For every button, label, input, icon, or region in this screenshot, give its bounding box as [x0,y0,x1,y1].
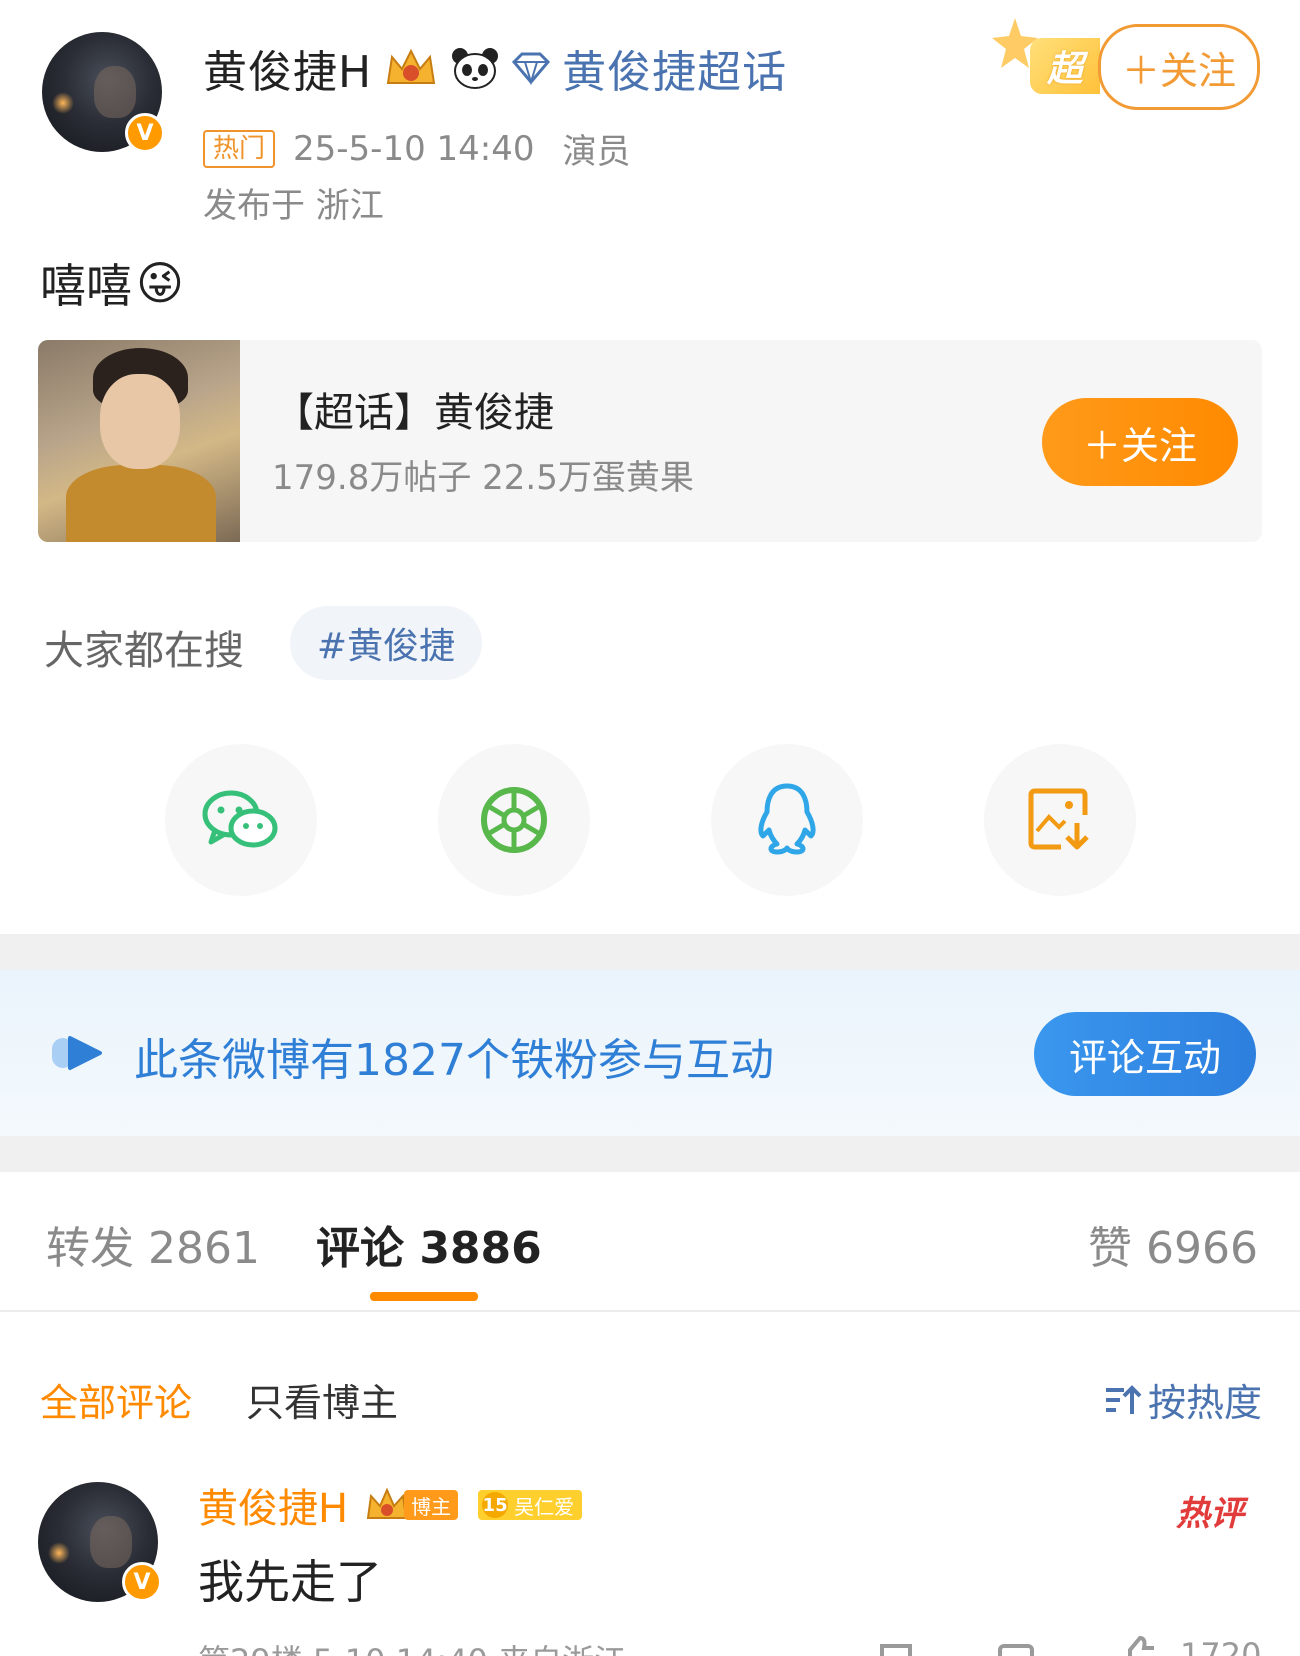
filter-all-comments[interactable]: 全部评论 [40,1372,192,1427]
trending-tag-text: #黄俊捷 [316,626,456,667]
post-datetime: 25-5-10 14:40 [293,128,535,169]
crown-icon [386,48,436,84]
tab-repost[interactable]: 转发 2861 [46,1212,260,1276]
comment-like-count: 1720 [1180,1636,1262,1656]
chao-badge: 超 [1030,38,1100,94]
sort-control[interactable]: 按热度 [1102,1372,1262,1427]
fan-interaction-banner: 此条微博有1827个铁粉参与互动 评论互动 [0,970,1300,1136]
share-moments-button[interactable] [438,744,590,896]
section-separator-2 [0,1136,1300,1172]
author-badge-label: 博主 [404,1490,459,1520]
comment-reply-icon[interactable] [996,1640,1036,1656]
comment-interact-button[interactable]: 评论互动 [1034,1012,1256,1096]
comment-like-icon[interactable] [1120,1636,1160,1656]
author-line: 黄俊捷H 黄俊捷超话 [203,38,787,98]
post-body: 嘻嘻 😜 [40,250,184,316]
wink-tongue-emoji-icon: 😜 [136,256,184,310]
tabs-divider [0,1310,1300,1312]
comment-text: 我先走了 [198,1555,382,1609]
comment-header: 黄俊捷H 博主 15 吴仁爱 [198,1476,583,1534]
wechat-icon [202,790,278,848]
supertopic-stats: 179.8万帖子 22.5万蛋黄果 [272,458,694,498]
save-image-button[interactable] [984,744,1136,896]
sort-label: 按热度 [1148,1381,1263,1425]
follow-button[interactable]: ＋关注 [1098,24,1260,110]
supertopic-follow-button[interactable]: ＋关注 [1042,398,1238,486]
comment-repost-icon[interactable] [876,1640,916,1656]
hot-tag: 热门 [203,129,276,168]
share-qq-button[interactable] [711,744,863,896]
section-separator [0,934,1300,970]
tab-comments[interactable]: 评论 3886 [316,1212,542,1276]
supertopic-card[interactable]: 【超话】黄俊捷 179.8万帖子 22.5万蛋黄果 ＋关注 [38,340,1262,542]
supertopic-cover-image [38,340,240,542]
sort-icon [1106,1384,1142,1414]
author-name[interactable]: 黄俊捷H [203,36,372,100]
share-wechat-button[interactable] [165,744,317,896]
trending-search-label: 大家都在搜 [44,628,244,674]
panda-icon [452,48,499,89]
save-image-icon [1028,788,1089,850]
fan-level-badge: 15 吴仁爱 [478,1490,583,1520]
supertopic-star-decoration-icon [990,16,1038,68]
moments-icon [481,787,547,853]
supertopic-title: 【超话】黄俊捷 [274,390,554,436]
diamond-icon [512,52,551,86]
active-tab-indicator [370,1292,478,1301]
post-text: 嘻嘻 [40,259,132,313]
hot-comment-label: 热评 [1176,1494,1244,1534]
supertopic-follow-label: ＋关注 [1082,423,1197,468]
qq-icon [758,783,816,855]
post-meta-line: 热门 25-5-10 14:40 演员 [203,124,631,173]
fan-badge-name: 吴仁爱 [514,1494,575,1519]
tab-likes[interactable]: 赞 6966 [1088,1212,1258,1276]
supertopic-link[interactable]: 黄俊捷超话 [562,36,787,100]
post-location: 发布于 浙江 [203,186,384,226]
comment-meta: 第29楼 5-10 14:40 来自浙江 [198,1636,626,1656]
verified-badge-icon: V [125,113,165,153]
comment-author-name[interactable]: 黄俊捷H [198,1476,348,1534]
follow-button-label: ＋关注 [1121,48,1236,93]
fan-play-icon [52,1036,102,1070]
trending-tag-pill[interactable]: #黄俊捷 [290,606,482,680]
author-badge: 博主 [364,1486,459,1524]
fan-interaction-text: 此条微博有1827个铁粉参与互动 [134,1035,774,1086]
comment-verified-badge-icon: V [122,1562,162,1602]
filter-author-only[interactable]: 只看博主 [246,1372,398,1427]
fan-level-number: 15 [482,1492,509,1518]
comment-interact-label: 评论互动 [1068,1035,1221,1080]
author-role: 演员 [562,132,631,172]
